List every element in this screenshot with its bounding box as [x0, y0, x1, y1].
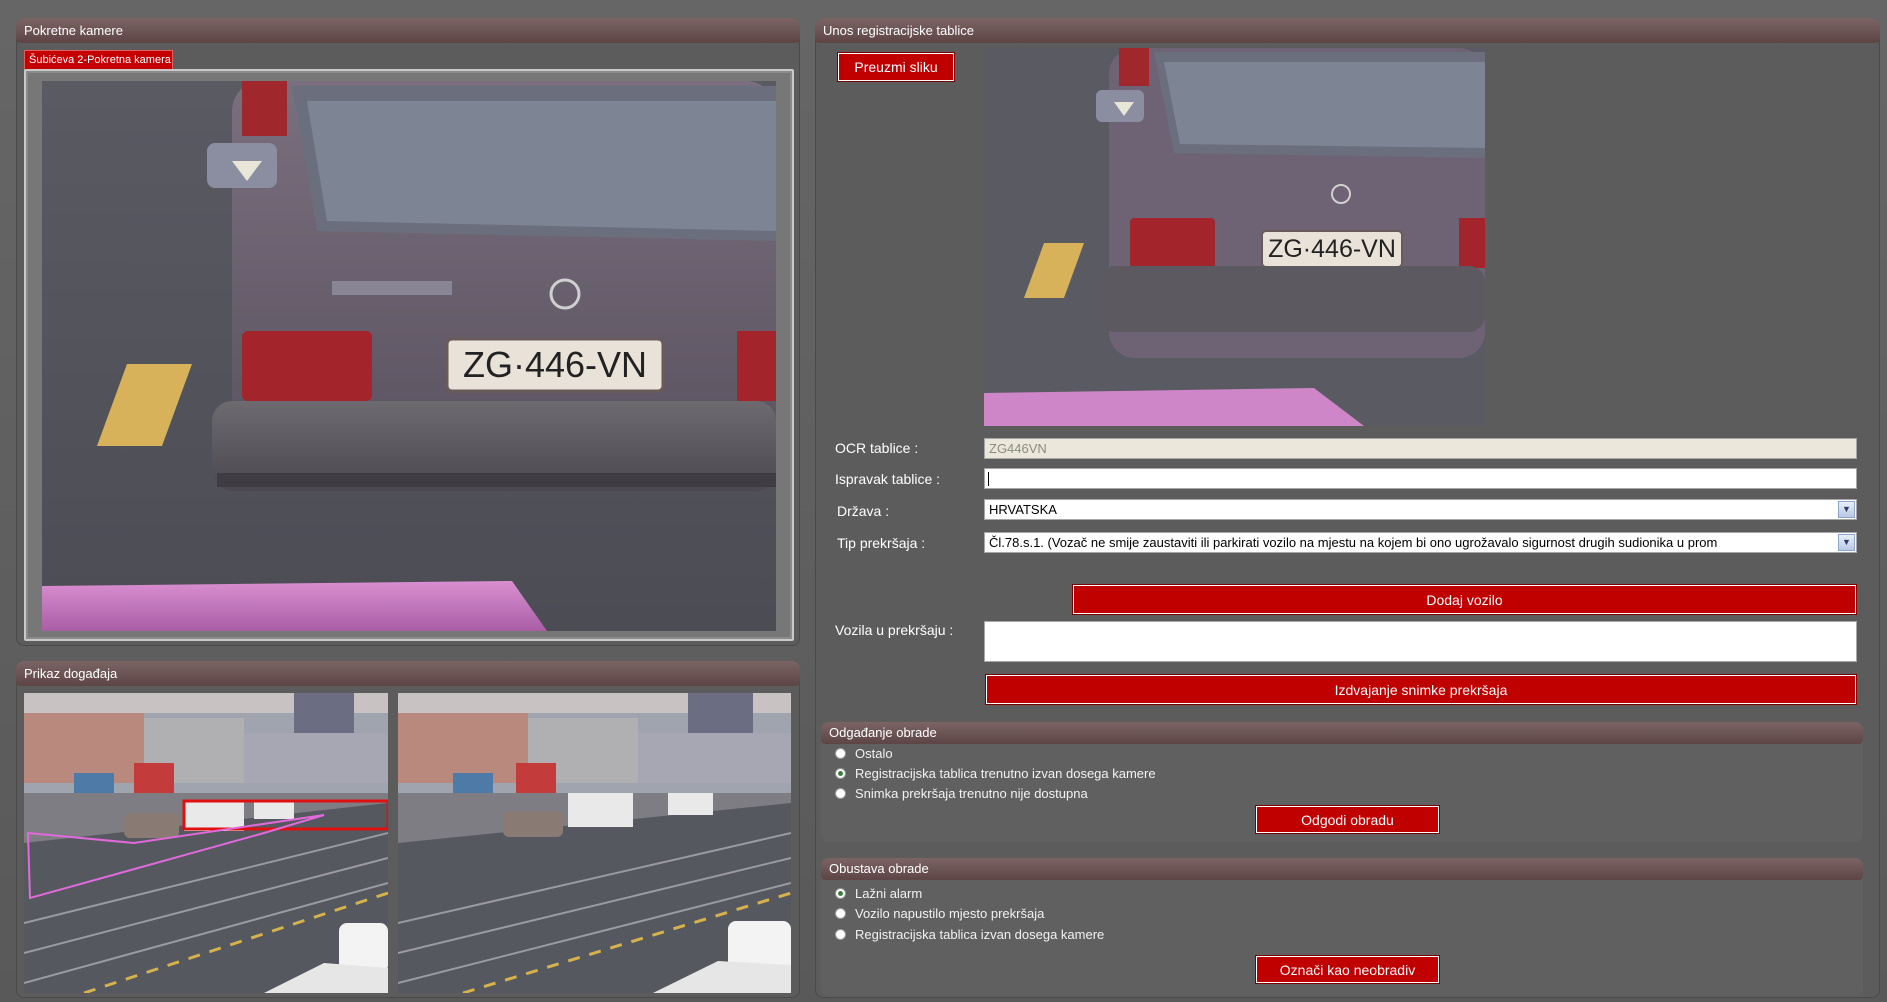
postpone-option-label: Ostalo: [855, 746, 893, 761]
cancel-title: Obustava obrade: [821, 858, 1863, 880]
chevron-down-icon[interactable]: ▼: [1838, 534, 1855, 551]
violation-type-select[interactable]: Čl.78.s.1. (Vozač ne smije zaustaviti il…: [984, 532, 1857, 553]
events-title: Prikaz događaja: [16, 661, 800, 686]
radio-selected-icon[interactable]: [835, 888, 846, 899]
radio-icon[interactable]: [835, 929, 846, 940]
postpone-processing-button[interactable]: Odgodi obradu: [1255, 805, 1440, 834]
svg-text:ZG·446-VN: ZG·446-VN: [463, 344, 647, 385]
chevron-down-icon[interactable]: ▼: [1838, 501, 1855, 518]
camera-live-image[interactable]: ZG·446-VN: [42, 81, 776, 631]
add-vehicle-button[interactable]: Dodaj vozilo: [1072, 584, 1857, 615]
event-image-2[interactable]: [398, 693, 791, 993]
postpone-option-recording-unavailable[interactable]: Snimka prekršaja trenutno nije dostupna: [835, 785, 1088, 803]
radio-icon[interactable]: [835, 908, 846, 919]
radio-selected-icon[interactable]: [835, 768, 846, 779]
violation-type-label: Tip prekršaja :: [837, 535, 926, 551]
mark-unprocessable-button[interactable]: Označi kao neobradiv: [1255, 955, 1440, 984]
violation-type-value: Čl.78.s.1. (Vozač ne smije zaustaviti il…: [989, 535, 1718, 550]
vehicles-in-violation-list[interactable]: [984, 621, 1857, 662]
postpone-option-other[interactable]: Ostalo: [835, 745, 893, 763]
cancel-option-label: Registracijska tablica izvan dosega kame…: [855, 927, 1105, 942]
plate-correction-label: Ispravak tablice :: [835, 471, 941, 487]
cancel-option-vehicle-left[interactable]: Vozilo napustilo mjesto prekršaja: [835, 905, 1044, 923]
vehicles-in-violation-label: Vozila u prekršaju :: [835, 622, 954, 638]
event-image-1[interactable]: [24, 693, 388, 993]
ocr-label: OCR tablice :: [835, 440, 919, 456]
cancel-option-false-alarm[interactable]: Lažni alarm: [835, 885, 922, 903]
mobile-cameras-title: Pokretne kamere: [16, 18, 800, 43]
cancel-option-plate-out-of-range[interactable]: Registracijska tablica izvan dosega kame…: [835, 926, 1104, 944]
camera-tab[interactable]: Šubićeva 2-Pokretna kamera: [24, 50, 173, 70]
camera-frame: ZG·446-VN: [24, 69, 794, 641]
extract-violation-recording-button[interactable]: Izdvajanje snimke prekršaja: [985, 674, 1857, 705]
cancel-option-label: Lažni alarm: [855, 886, 923, 901]
postpone-title: Odgađanje obrade: [821, 722, 1863, 744]
country-select[interactable]: HRVATSKA ▼: [984, 499, 1857, 520]
country-select-value: HRVATSKA: [989, 502, 1057, 517]
svg-text:ZG·446-VN: ZG·446-VN: [1268, 235, 1396, 263]
plate-correction-input[interactable]: [984, 468, 1857, 489]
postpone-option-label: Snimka prekršaja trenutno nije dostupna: [855, 786, 1088, 801]
text-caret: [988, 472, 989, 486]
fetch-image-button[interactable]: Preuzmi sliku: [837, 52, 955, 82]
plate-entry-title: Unos registracijske tablice: [815, 18, 1880, 43]
cancel-option-label: Vozilo napustilo mjesto prekršaja: [855, 906, 1045, 921]
radio-icon[interactable]: [835, 788, 846, 799]
postpone-option-plate-out-of-range[interactable]: Registracijska tablica trenutno izvan do…: [835, 765, 1156, 783]
country-label: Država :: [837, 503, 890, 519]
plate-crop-image: ZG·446-VN: [984, 48, 1485, 426]
ocr-field: ZG446VN: [984, 438, 1857, 459]
radio-icon[interactable]: [835, 748, 846, 759]
postpone-option-label: Registracijska tablica trenutno izvan do…: [855, 766, 1156, 781]
